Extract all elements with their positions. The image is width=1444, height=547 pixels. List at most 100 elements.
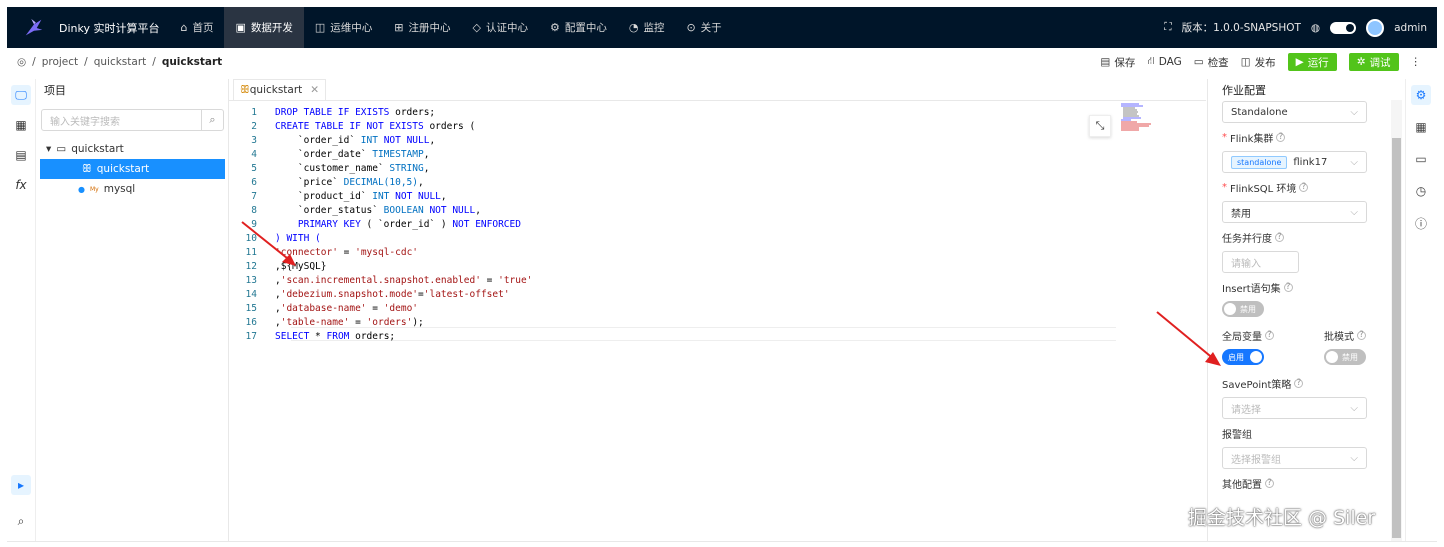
code-minimap[interactable] [1121,103,1161,133]
publish-icon: ◫ [1240,56,1251,68]
help-icon[interactable]: ? [1276,133,1286,142]
code-line[interactable]: 15,'database-name' = 'demo' [229,301,1119,315]
datasource-icon[interactable]: ▤ [11,145,31,165]
code-token: `product_id` [275,190,373,202]
tab-quickstart[interactable]: ꕥquickstart ✕ [233,79,327,100]
caret-down-icon: ▾ [46,143,52,155]
run-mode-select[interactable]: Standalone ⌵ [1222,101,1367,123]
avatar[interactable] [1366,18,1385,37]
tree-folder[interactable]: ▾ ▭ quickstart [36,139,228,159]
batch-mode-switch[interactable]: 禁用 [1324,349,1366,365]
run-button[interactable]: ▶ 运行 [1287,53,1337,71]
code-line[interactable]: 1 DROP TABLE IF EXISTS orders; [229,105,1119,119]
code-line[interactable]: 17 SELECT * FROM orders; [229,329,1119,343]
alert-group-select[interactable]: 选择报警组 ⌵ [1222,447,1367,469]
check-button[interactable]: ▭ 检查 [1194,55,1229,70]
breadcrumb-folder[interactable]: quickstart [94,56,147,68]
publish-button[interactable]: ◫ 发布 [1241,55,1276,70]
help-icon[interactable]: ? [1265,331,1274,340]
nav-registry[interactable]: ⊞ 注册中心 [383,7,461,48]
code-line[interactable]: 14,'debezium.snapshot.mode' ='latest-offs… [229,287,1119,301]
tree-job[interactable]: ꕥ quickstart [40,159,225,179]
code-token: ); [412,316,424,328]
more-icon[interactable]: ⋮ [1411,56,1422,68]
code-line[interactable]: 4 `order_date` TIMESTAMP, [229,147,1119,161]
tool-search-icon[interactable]: ⌕ [11,511,31,531]
flink-icon: ꕥ [82,162,92,175]
line-number: 13 [245,274,257,286]
tree-datasource[interactable]: ● My mysql [36,179,228,199]
breadcrumb-project[interactable]: project [42,56,78,68]
code-line[interactable]: 12 ,${MySQL} [229,259,1119,273]
line-number: 16 [245,316,257,328]
code-editor[interactable]: 1 DROP TABLE IF EXISTS orders; 2 CREATE TAB… [229,105,1119,343]
code-token: = [366,302,384,314]
dag-button[interactable]: ⛙ DAG [1147,55,1181,69]
code-line[interactable]: 2 CREATE TABLE IF NOT EXISTS orders ( [229,119,1119,133]
code-token: STRING [389,162,424,174]
code-token: CREATE TABLE IF NOT EXISTS [275,120,424,132]
expand-icon[interactable]: ⤡ [1089,115,1111,137]
nav-monitor[interactable]: ◔ 监控 [618,7,676,48]
fullscreen-icon[interactable]: ⛶ [1164,21,1171,34]
config-scrollbar[interactable] [1391,100,1402,541]
code-line[interactable]: 5 `customer_name` STRING, [229,161,1119,175]
info-icon: ⊙ [686,21,696,34]
help-icon[interactable]: ? [1275,233,1284,242]
folder-icon[interactable]: ▭ [1411,149,1431,169]
code-line[interactable]: 3 `order_id` INT NOT NULL, [229,133,1119,147]
history-icon[interactable]: ◷ [1411,181,1431,201]
chevron-down-icon: ⌵ [1350,156,1358,168]
project-icon[interactable]: 🖵 [11,85,31,105]
line-number: 5 [251,162,257,174]
env-select[interactable]: 禁用 ⌵ [1222,201,1367,223]
code-line[interactable]: 16,'table-name' = 'orders'); [229,315,1119,329]
nav-auth[interactable]: ◇ 认证中心 [462,7,539,48]
shield-icon: ◇ [472,21,481,34]
code-line[interactable]: 11 'connector' = 'mysql-cdc' [229,245,1119,259]
code-line[interactable]: 7 `product_id` INT NOT NULL, [229,189,1119,203]
save-button[interactable]: ▤ 保存 [1100,55,1135,70]
insert-set-switch[interactable]: 禁用 [1222,301,1264,317]
code-line[interactable]: 9 PRIMARY KEY ( `order_id` ) NOT ENFORCE… [229,217,1119,231]
code-line[interactable]: 13,'scan.incremental.snapshot.enabled' =… [229,273,1119,287]
nav-home[interactable]: ⌂ 首页 [169,7,224,48]
nav-data-dev[interactable]: ▣ 数据开发 [224,7,304,48]
help-icon[interactable]: ? [1265,479,1274,488]
settings-icon[interactable]: ⚙ [1411,85,1431,105]
username[interactable]: admin [1394,22,1427,34]
help-icon[interactable]: ? [1299,183,1309,192]
help-icon[interactable]: ? [1294,379,1304,388]
language-icon[interactable]: ◍ [1311,22,1320,34]
code-line[interactable]: 10) WITH ( [229,231,1119,245]
search-icon[interactable]: ⌕ [201,110,223,130]
info-icon[interactable]: ⓘ [1411,213,1431,233]
theme-toggle[interactable] [1330,21,1357,34]
line-number: 7 [251,190,257,202]
scrollbar-thumb[interactable] [1392,138,1401,538]
nav-settings[interactable]: ⚙ 配置中心 [539,7,618,48]
search-input[interactable]: 输入关键字搜索 ⌕ [41,109,224,131]
help-icon[interactable]: ? [1357,331,1366,340]
savepoint-select[interactable]: 请选择 ⌵ [1222,397,1367,419]
global-variable-switch[interactable]: 启用 [1222,349,1264,365]
editor-area: ꕥquickstart ✕ 1 DROP TABLE IF EXISTS orde… [229,79,1206,541]
code-token: FROM [326,330,350,342]
debug-button[interactable]: ✲ 调试 [1348,53,1399,71]
function-icon[interactable]: fx [11,175,31,195]
code-token: NOT NULL [423,204,476,216]
table-icon[interactable]: ▦ [1411,117,1431,137]
catalog-icon[interactable]: ▦ [11,115,31,135]
code-line[interactable]: 8 `order_status` BOOLEAN NOT NULL, [229,203,1119,217]
cluster-select[interactable]: standalone flink17 ⌵ [1222,151,1367,173]
code-line[interactable]: 6 `price` DECIMAL(10,5), [229,175,1119,189]
cluster-tag: standalone [1231,155,1288,169]
code-token: ( `order_id` ) [360,218,453,230]
line-number: 4 [251,148,257,160]
help-icon[interactable]: ? [1283,283,1293,292]
close-icon[interactable]: ✕ [310,84,319,96]
console-icon[interactable]: ▸ [11,475,31,495]
parallelism-input[interactable]: 请输入 [1222,251,1299,273]
nav-about[interactable]: ⊙ 关于 [675,7,732,48]
nav-ops-center[interactable]: ◫ 运维中心 [304,7,383,48]
